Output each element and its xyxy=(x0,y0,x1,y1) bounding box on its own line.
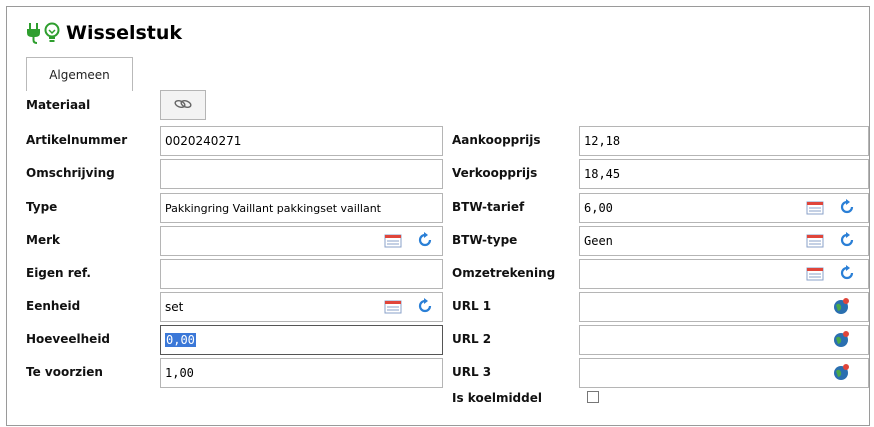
artikelnummer-field[interactable]: 0020240271 xyxy=(160,126,443,156)
verkoopprijs-label: Verkoopprijs xyxy=(452,166,538,180)
hoeveelheid-label: Hoeveelheid xyxy=(26,332,111,346)
tab-algemeen[interactable]: Algemeen xyxy=(26,57,133,91)
is-koelmiddel-checkbox[interactable] xyxy=(587,391,599,403)
materiaal-label: Materiaal xyxy=(26,98,91,112)
page-title: Wisselstuk xyxy=(66,22,183,44)
url1-label: URL 1 xyxy=(452,299,492,313)
merk-label: Merk xyxy=(26,233,60,247)
lightbulb-icon xyxy=(44,22,60,44)
type-field[interactable]: Pakkingring Vaillant pakkingset vaillant xyxy=(160,193,443,223)
refresh-icon[interactable] xyxy=(414,296,436,316)
globe-icon[interactable] xyxy=(830,296,852,316)
list-icon[interactable] xyxy=(382,297,404,317)
url2-label: URL 2 xyxy=(452,332,492,346)
btw-tarief-label: BTW-tarief xyxy=(452,200,525,214)
refresh-icon[interactable] xyxy=(836,230,858,250)
eigen-ref-field[interactable] xyxy=(160,259,443,289)
te-voorzien-field[interactable]: 1,00 xyxy=(160,358,443,388)
title-bar: Wisselstuk xyxy=(26,18,182,48)
type-label: Type xyxy=(26,200,58,214)
btw-type-label: BTW-type xyxy=(452,233,518,247)
selected-text: 0,00 xyxy=(165,333,196,347)
url3-field[interactable] xyxy=(579,358,869,388)
hoeveelheid-field[interactable]: 0,00 xyxy=(160,325,443,355)
aankoopprijs-field[interactable]: 12,18 xyxy=(579,126,869,156)
te-voorzien-label: Te voorzien xyxy=(26,365,103,379)
refresh-icon[interactable] xyxy=(836,263,858,283)
eigen-ref-label: Eigen ref. xyxy=(26,266,91,280)
is-koelmiddel-label: Is koelmiddel xyxy=(452,391,542,405)
omschrijving-field[interactable] xyxy=(160,159,443,189)
materiaal-button[interactable] xyxy=(160,90,206,120)
url2-field[interactable] xyxy=(579,325,869,355)
globe-icon[interactable] xyxy=(830,329,852,349)
omschrijving-label: Omschrijving xyxy=(26,166,115,180)
omzetrekening-label: Omzetrekening xyxy=(452,266,556,280)
url3-label: URL 3 xyxy=(452,365,492,379)
link-chain-icon xyxy=(174,98,192,113)
eenheid-label: Eenheid xyxy=(26,299,81,313)
list-icon[interactable] xyxy=(804,198,826,218)
verkoopprijs-field[interactable]: 18,45 xyxy=(579,159,869,189)
refresh-icon[interactable] xyxy=(836,197,858,217)
list-icon[interactable] xyxy=(804,231,826,251)
plug-icon xyxy=(26,22,42,44)
list-icon[interactable] xyxy=(382,231,404,251)
aankoopprijs-label: Aankoopprijs xyxy=(452,133,541,147)
globe-icon[interactable] xyxy=(830,362,852,382)
list-icon[interactable] xyxy=(804,264,826,284)
artikelnummer-label: Artikelnummer xyxy=(26,133,128,147)
url1-field[interactable] xyxy=(579,292,869,322)
refresh-icon[interactable] xyxy=(414,230,436,250)
